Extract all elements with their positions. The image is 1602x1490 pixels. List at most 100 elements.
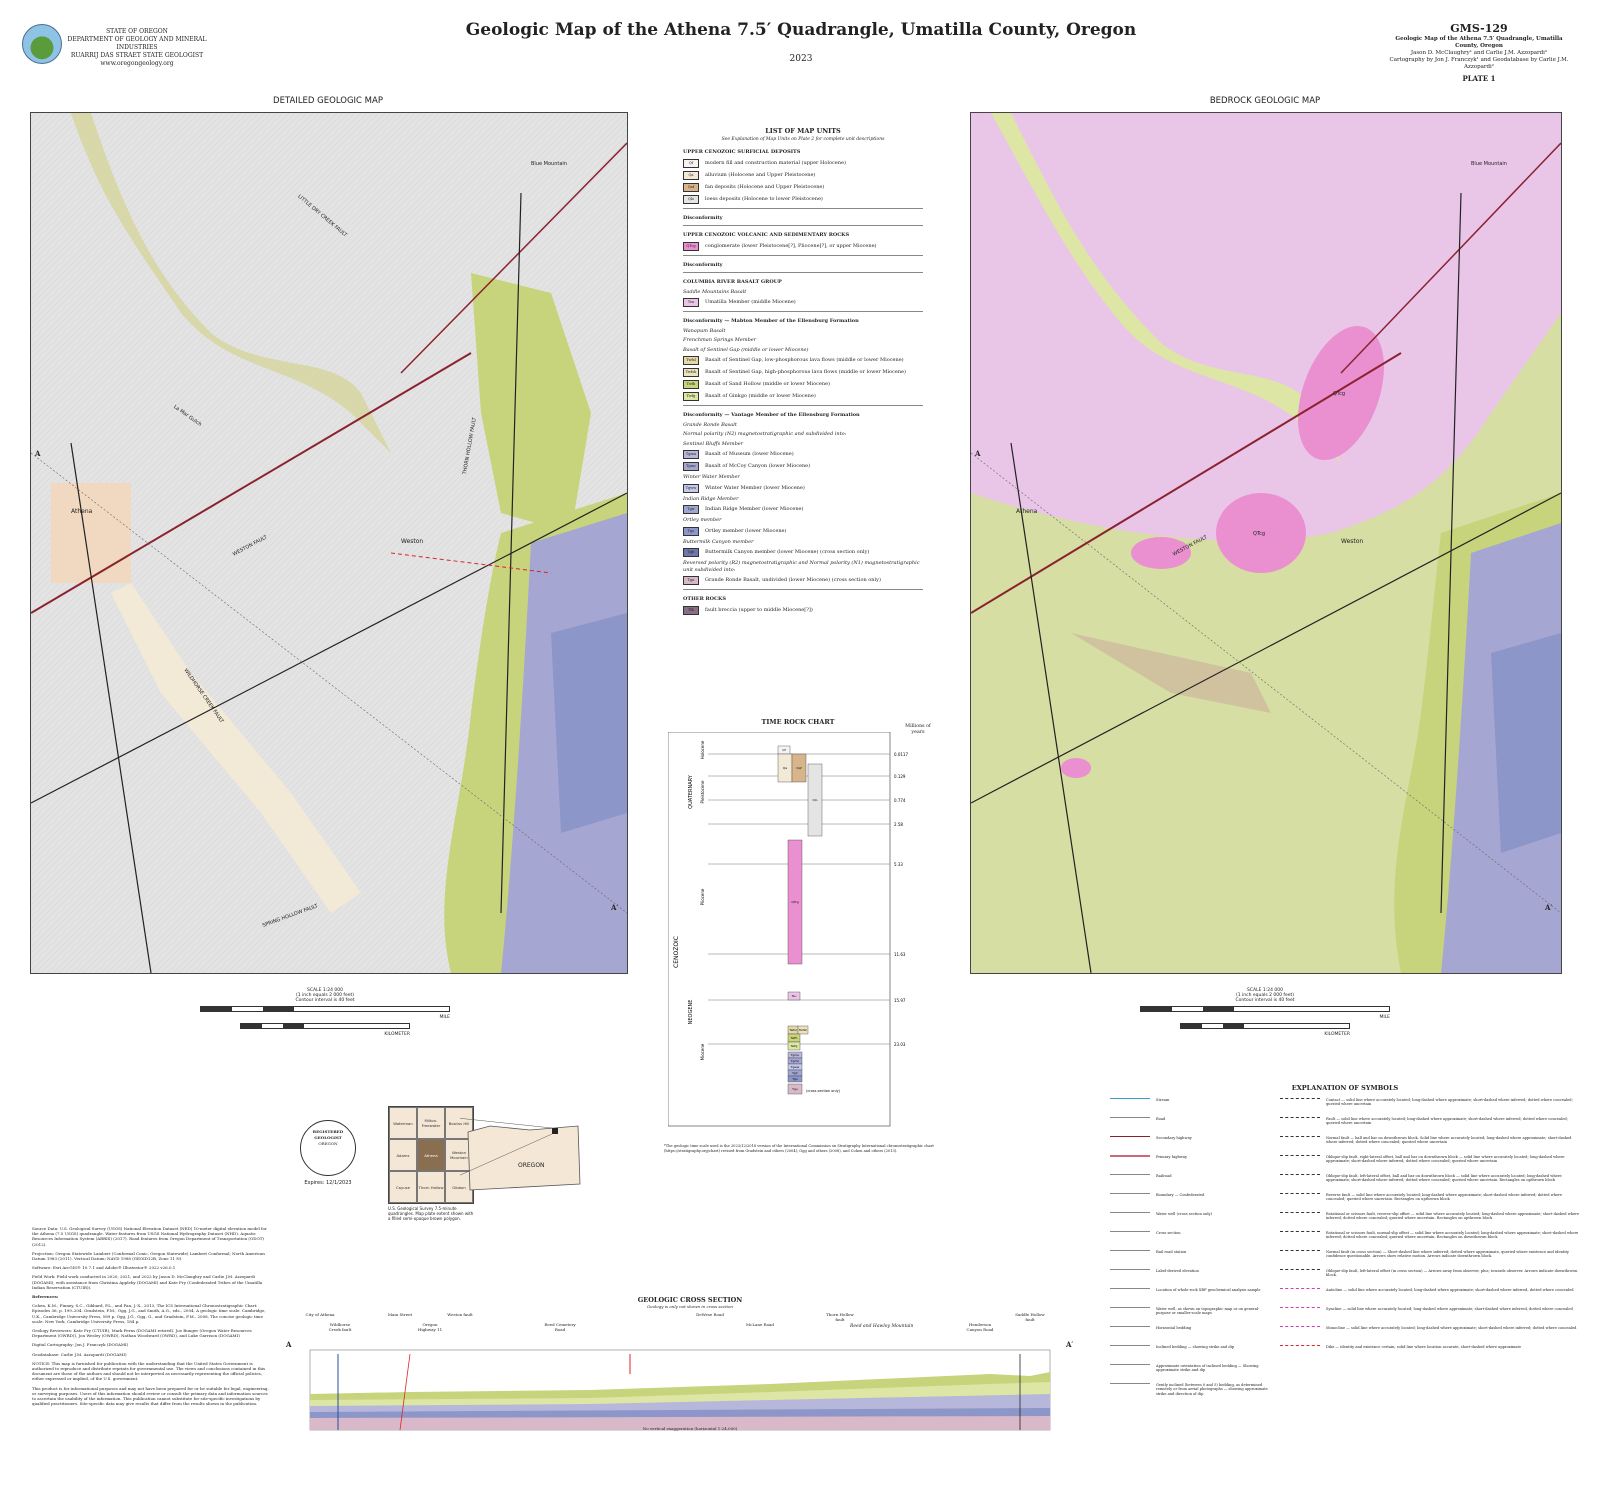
detailed-geologic-map[interactable]: Athena Weston Blue Mountain WESTON FAULT… [30, 112, 628, 974]
place-label-athena: Athena [71, 508, 93, 515]
legend-section-heading: COLUMBIA RIVER BASALT GROUP [683, 279, 782, 285]
unit-label-qtcg: QTcg [1253, 531, 1266, 537]
symbol-glyph [1280, 1250, 1320, 1257]
legend-item-label: Winter Water Member [683, 474, 740, 480]
legend-swatch: Tgu [683, 576, 699, 585]
cross-section-right-letter: A′ [1066, 1340, 1074, 1349]
legend-divider [683, 589, 923, 590]
quadrangle-cell: Adams [389, 1139, 417, 1171]
symbol-label: Reverse fault — solid line where accurat… [1326, 1193, 1563, 1202]
quadrangle-cell: Athena [417, 1139, 445, 1171]
symbol-glyph [1110, 1326, 1150, 1333]
unit-bar-label: Tgir [791, 1071, 799, 1075]
cross-section-label: Weston fault [447, 1312, 473, 1317]
note-references-title: References: [32, 1294, 59, 1300]
symbol-glyph [1110, 1345, 1150, 1352]
mile-bar [1140, 1006, 1390, 1012]
legend-divider [683, 225, 923, 226]
legend-swatch: Tgww [683, 483, 699, 493]
legend-swatch: Tgb [683, 548, 699, 557]
symbol-label: Road [1156, 1117, 1166, 1121]
plate-label: PLATE 1 [1462, 74, 1496, 83]
cross-section-start: A [35, 449, 41, 458]
symbol-row: Fault — solid line where accurately loca… [1280, 1117, 1580, 1136]
quadrangle-cell: Waterman [389, 1107, 417, 1139]
symbol-label: Stream [1156, 1098, 1170, 1102]
legend-item-label: conglomerate (lower Pleistocene[?], Plio… [705, 242, 877, 249]
legend-item: Tgmc Basalt of McCoy Canyon (lower Miocen… [683, 462, 923, 471]
symbol-row: Label-derived elevation [1110, 1269, 1270, 1288]
unit-bar-label: Tgww [790, 1065, 800, 1069]
seal-title: REGISTERED GEOLOGIST [312, 1129, 344, 1140]
symbol-row: Rail road station [1110, 1250, 1270, 1269]
mile-label: MILE [439, 1015, 450, 1020]
note-reviewers: Geology Reviewers: Kate Fry (CTUIR), Mar… [32, 1328, 252, 1339]
legend-item-label: Saddle Mountains Basalt [683, 288, 747, 295]
symbol-glyph [1110, 1193, 1150, 1200]
mile-bar [200, 1006, 450, 1012]
legend-item-label: Frenchman Springs Member [683, 337, 757, 343]
index-caption: U.S. Geological Survey 7.5-minute quadra… [388, 1206, 474, 1221]
note-field-work: Field Work: Field work conducted in 2020… [32, 1274, 263, 1290]
symbol-row: Rotational or scissors fault, reverse-sl… [1280, 1212, 1580, 1231]
publication-number: GMS-129 [1450, 22, 1508, 35]
kilometer-label: KILOMETER [1324, 1032, 1350, 1037]
unit-label-qtcg: QTcg [1333, 391, 1346, 397]
legend-swatch: Tgir [683, 505, 699, 514]
period-label: NEOGENE [688, 1000, 694, 1025]
legend-swatch: Tfb [683, 605, 699, 615]
symbol-row: Approximate orientation of inclined bedd… [1110, 1364, 1270, 1383]
symbol-glyph [1280, 1117, 1320, 1124]
symbol-row: Syncline — solid line where accurately l… [1280, 1307, 1580, 1326]
legend-item: Reversed polarity (R2) magnetostratigrap… [683, 560, 923, 573]
map-unit-legend: LIST OF MAP UNITS See Explanation of Map… [683, 128, 923, 618]
legend-item: Basalt of Sentinel Gap (middle or lower … [683, 347, 923, 354]
place-label-blue-mountain: Blue Mountain [531, 161, 567, 167]
symbol-glyph [1280, 1098, 1320, 1105]
cartography-credit: Cartography by Jon J. Franczyk¹ and Geod… [1389, 57, 1569, 70]
legend-item: Sentinel Bluffs Member [683, 441, 923, 448]
legend-body: UPPER CENOZOIC SURFICIAL DEPOSITS Qf moder… [683, 149, 923, 615]
legend-item: Qlo loess deposits (Holocene to lower Ple… [683, 194, 923, 204]
symbols-left-column: Stream Road Secondary highway Primary highw… [1110, 1098, 1270, 1402]
cross-section-label: Saddle Hollow fault [1015, 1312, 1045, 1322]
legend-section-heading: Disconformity [683, 261, 723, 268]
symbol-label: Contact — solid line where accurately lo… [1326, 1098, 1573, 1107]
cross-section-profile: A A′ No vertical exaggeration (horizonta… [286, 1340, 1090, 1434]
unit-bar-label: Twfh [790, 1036, 798, 1040]
detailed-map-canvas [31, 113, 627, 973]
cross-section-region: Reed and Hawley Mountain [850, 1324, 914, 1329]
legend-item: Ortley member [683, 517, 923, 524]
legend-title: LIST OF MAP UNITS [765, 127, 841, 135]
cross-section-only-note: (cross section only) [806, 1089, 841, 1093]
era-label: CENOZOIC [673, 936, 680, 968]
legend-item-label: Winter Water Member (lower Miocene) [705, 484, 805, 491]
cross-section-label: Thorn Hollow fault [826, 1312, 854, 1322]
legend-item: Winter Water Member [683, 474, 923, 481]
symbol-label: Cross section [1156, 1231, 1181, 1235]
legend-item: Tgww Winter Water Member (lower Miocene) [683, 483, 923, 493]
legend-item-label: Indian Ridge Member (lower Miocene) [705, 506, 804, 513]
symbol-row: Water well, as shown on topographic map … [1110, 1307, 1270, 1326]
legend-subtitle: See Explanation of Map Units on Plate 2 … [721, 136, 885, 142]
symbol-glyph [1110, 1364, 1150, 1371]
legend-swatch: Tgmu [683, 450, 699, 459]
age-label: 15.97 [894, 998, 906, 1003]
quadrangle-cell: Thorn Hollow [417, 1171, 445, 1203]
symbol-row: Boundary — Confederated [1110, 1193, 1270, 1212]
cross-section-label: Henderson Canyon Road [966, 1322, 994, 1332]
authors: Jason D. McClaughry¹ and Carlie J.M. Azz… [1410, 50, 1548, 56]
note-cartography: Digital Cartography: Jon J. Franczyk (DO… [32, 1342, 129, 1348]
cross-section-label: McLane Road [746, 1322, 774, 1327]
symbol-label: Water well (cross section only) [1156, 1212, 1212, 1216]
symbol-label: Horizontal bedding [1156, 1326, 1192, 1330]
legend-item-label: Buttermilk Canyon member [683, 538, 754, 545]
legend-item: Tgu Grande Ronde Basalt, undivided (lower… [683, 576, 923, 585]
time-rock-chart: TIME ROCK CHART Millions of years 0.0117… [668, 718, 931, 1127]
bedrock-geologic-map[interactable]: Athena Weston Blue Mountain QTcg QTcg WE… [970, 112, 1562, 974]
age-label: 2.58 [894, 822, 903, 827]
symbol-row: Normal fault — ball and bar on downthrow… [1280, 1136, 1580, 1155]
age-label: 11.63 [894, 952, 906, 957]
place-label-weston: Weston [1341, 538, 1364, 545]
symbol-label: Inclined bedding — showing strike and di… [1156, 1345, 1235, 1349]
